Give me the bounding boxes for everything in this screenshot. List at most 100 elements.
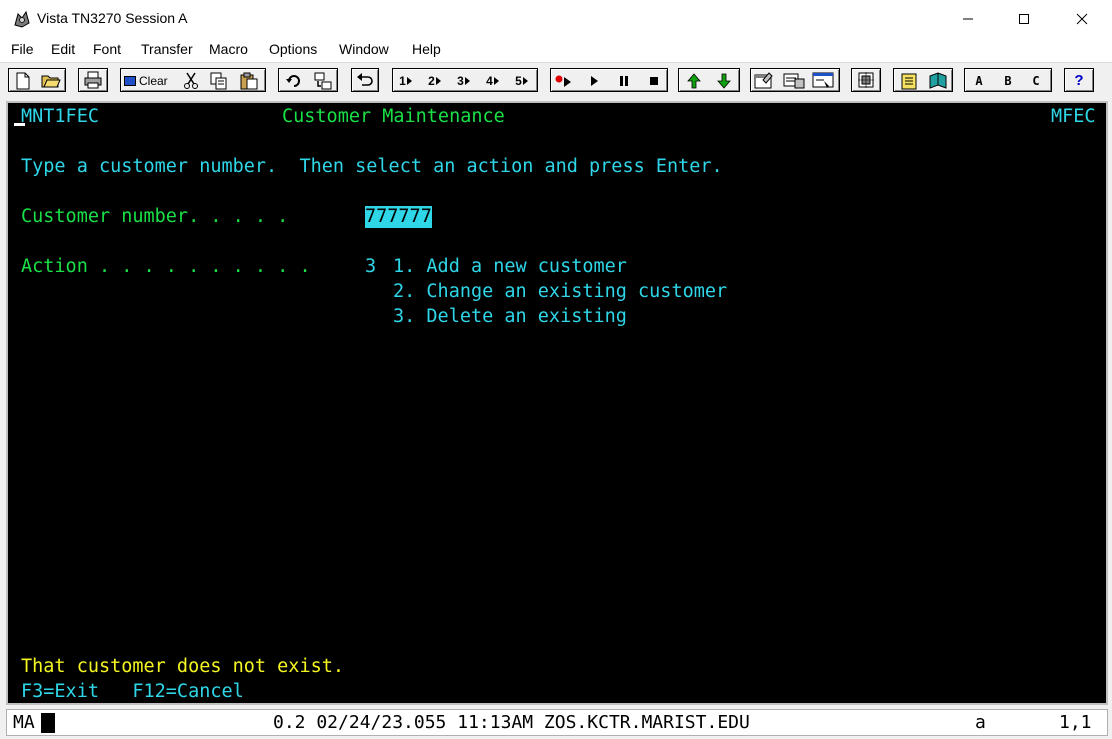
toolbar: Clear 1 2 3 4 5 A B C ? <box>0 63 1112 99</box>
clear-button[interactable]: Clear <box>124 71 168 91</box>
action-option-1: 1. Add a new customer <box>393 256 627 277</box>
app-icon[interactable] <box>12 9 32 29</box>
help-icon: ? <box>1074 71 1084 89</box>
window-title: Vista TN3270 Session A <box>37 10 188 26</box>
menu-macro[interactable]: Macro <box>209 41 248 57</box>
minimize-button[interactable] <box>940 0 996 38</box>
stop-button[interactable] <box>642 71 666 91</box>
play-small-icon <box>464 77 470 85</box>
session-a-button[interactable]: A <box>967 71 991 91</box>
book-icon <box>929 72 947 89</box>
keyboard-map-icon <box>783 73 805 89</box>
clear-screen-icon <box>124 76 136 86</box>
reconnect-button[interactable] <box>282 71 306 91</box>
session-b-button[interactable]: B <box>996 71 1020 91</box>
capture-button[interactable] <box>851 68 881 92</box>
action-option-3: 3. Delete an existing <box>393 306 627 327</box>
action-option-2: 2. Change an existing customer <box>393 281 728 302</box>
macro-5-button[interactable]: 5 <box>510 71 534 91</box>
notepad-icon <box>901 73 917 90</box>
paste-icon <box>240 72 258 90</box>
macro-1-button[interactable]: 1 <box>394 71 418 91</box>
title-bar: Vista TN3270 Session A <box>0 0 1112 38</box>
copy-icon <box>210 72 227 90</box>
play-small-icon <box>493 77 499 85</box>
properties-button[interactable] <box>752 71 776 91</box>
scissors-icon <box>184 72 198 89</box>
menu-font[interactable]: Font <box>93 41 121 57</box>
send-up-button[interactable] <box>682 71 706 91</box>
menu-transfer[interactable]: Transfer <box>141 41 193 57</box>
undo-button[interactable] <box>351 68 379 92</box>
pause-icon <box>620 76 628 86</box>
session-c-label: C <box>1032 74 1040 88</box>
arrow-up-icon <box>687 73 701 89</box>
refresh-icon <box>286 75 300 87</box>
minimize-icon <box>963 18 973 20</box>
close-icon <box>1076 13 1088 25</box>
menu-edit[interactable]: Edit <box>51 41 75 57</box>
copy-button[interactable] <box>207 71 231 91</box>
close-button[interactable] <box>1054 0 1110 38</box>
program-id: MNT1FEC <box>21 106 99 127</box>
help-button[interactable]: ? <box>1064 68 1094 92</box>
log-button[interactable] <box>926 71 950 91</box>
notes-group <box>893 68 953 92</box>
macro-2-label: 2 <box>428 74 435 88</box>
settings-group <box>750 68 840 92</box>
play-small-icon <box>435 77 441 85</box>
print-button[interactable] <box>78 68 108 92</box>
action-field[interactable]: 3 <box>365 256 376 278</box>
macro-4-label: 4 <box>486 74 493 88</box>
macro-3-button[interactable]: 3 <box>452 71 476 91</box>
record-icon <box>555 75 571 87</box>
pause-button[interactable] <box>612 71 636 91</box>
error-message: That customer does not exist. <box>21 656 345 677</box>
session-a-label: A <box>975 74 983 88</box>
arrow-down-icon <box>717 73 731 89</box>
customer-number-field[interactable]: 777777 <box>365 206 432 228</box>
transfer-button[interactable] <box>311 71 335 91</box>
macro-3-label: 3 <box>457 74 464 88</box>
session-c-button[interactable]: C <box>1024 71 1048 91</box>
function-keys: F3=Exit F12=Cancel <box>21 681 244 702</box>
macro-group: 1 2 3 4 5 <box>392 68 538 92</box>
screen-title: Customer Maintenance <box>282 106 505 127</box>
undo-icon <box>357 73 373 86</box>
maximize-button[interactable] <box>996 0 1052 38</box>
transaction-id: MFEC <box>1051 106 1096 127</box>
edit-group: Clear <box>120 68 266 92</box>
macro-5-label: 5 <box>515 74 522 88</box>
menu-window[interactable]: Window <box>339 41 389 57</box>
paste-button[interactable] <box>237 71 261 91</box>
terminal-screen[interactable]: MNT1FEC Customer Maintenance MFEC Type a… <box>6 101 1108 705</box>
status-info: 0.2 02/24/23.055 11:13AM ZOS.KCTR.MARIST… <box>273 712 750 733</box>
transfer-direction-group <box>678 68 740 92</box>
session-settings-button[interactable] <box>811 71 835 91</box>
menu-options[interactable]: Options <box>269 41 317 57</box>
menu-file[interactable]: File <box>11 41 34 57</box>
play-small-icon <box>522 77 528 85</box>
stop-icon <box>650 77 658 85</box>
session-letter-group: A B C <box>964 68 1052 92</box>
action-label: Action . . . . . . . . . . <box>21 256 311 277</box>
open-folder-icon <box>41 75 61 88</box>
receive-down-button[interactable] <box>712 71 736 91</box>
session-settings-icon <box>812 72 834 88</box>
cursor-position: 1,1 <box>1059 712 1092 733</box>
new-file-button[interactable] <box>11 71 35 91</box>
play-button[interactable] <box>582 71 606 91</box>
menu-help[interactable]: Help <box>412 41 441 57</box>
keyboard-map-button[interactable] <box>782 71 806 91</box>
customer-number-label: Customer number. . . . . <box>21 206 289 227</box>
status-case: a <box>975 712 986 733</box>
macro-4-button[interactable]: 4 <box>481 71 505 91</box>
notepad-button[interactable] <box>897 71 921 91</box>
open-folder-button[interactable] <box>39 71 63 91</box>
cut-button[interactable] <box>179 71 203 91</box>
macro-2-button[interactable]: 2 <box>423 71 447 91</box>
play-small-icon <box>406 77 412 85</box>
maximize-icon <box>1019 14 1029 24</box>
macro-1-label: 1 <box>399 74 406 88</box>
record-button[interactable] <box>552 71 576 91</box>
